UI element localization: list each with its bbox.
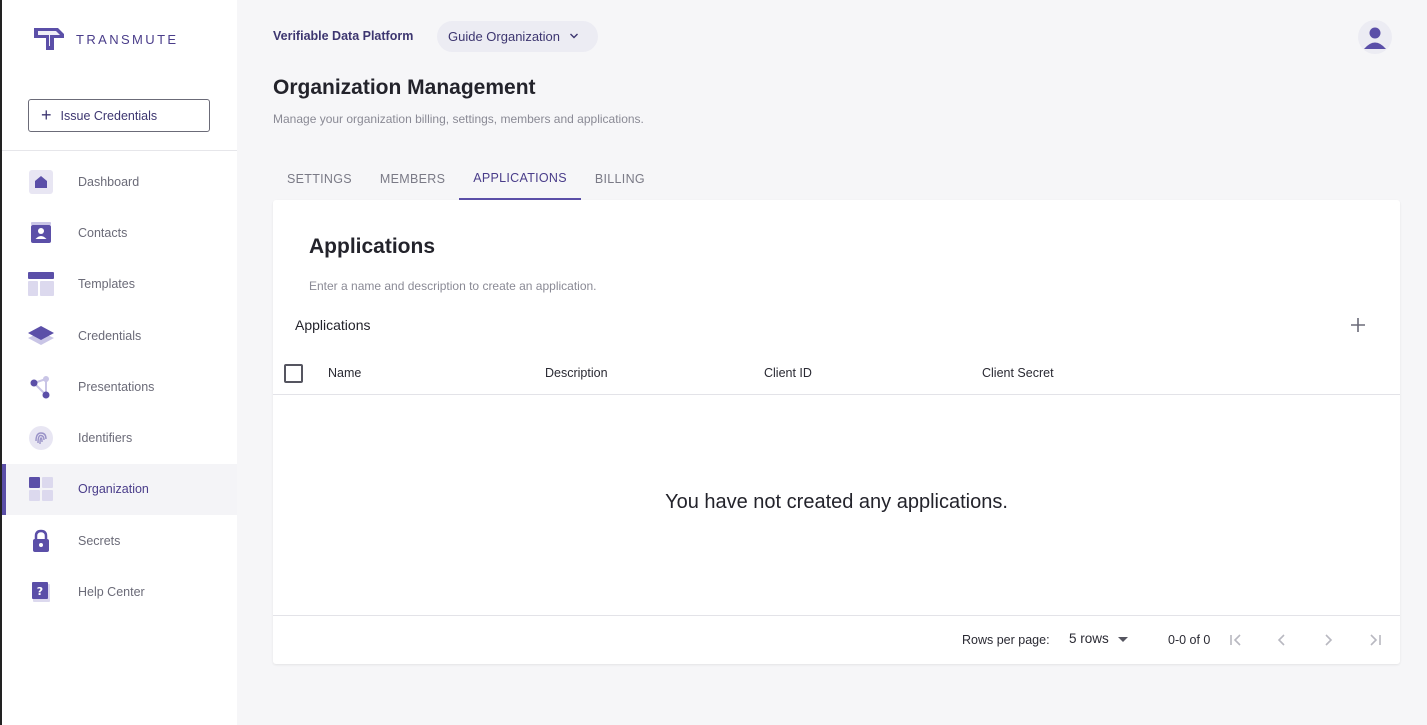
sidebar-item-label: Dashboard	[78, 174, 140, 189]
sidebar-item-organization[interactable]: Organization	[2, 463, 237, 516]
help-icon: ?	[27, 578, 55, 606]
contact-card-icon	[27, 219, 55, 247]
issue-credentials-button[interactable]: + Issue Credentials	[28, 99, 210, 132]
column-header-name[interactable]: Name	[328, 366, 361, 380]
select-all-checkbox[interactable]	[284, 364, 303, 383]
sidebar-item-label: Organization	[78, 482, 149, 497]
sidebar-item-label: Presentations	[78, 379, 155, 394]
plus-icon	[1351, 318, 1365, 332]
caret-down-icon	[1117, 631, 1128, 646]
sidebar-divider	[2, 150, 237, 151]
sidebar-item-help-center[interactable]: ? Help Center	[2, 566, 237, 617]
first-page-button[interactable]	[1224, 628, 1248, 652]
sidebar-item-dashboard[interactable]: Dashboard	[2, 156, 237, 207]
rows-per-page-select[interactable]: 5 rows	[1069, 631, 1128, 646]
page-title: Organization Management	[273, 76, 536, 99]
sidebar-item-presentations[interactable]: Presentations	[2, 361, 237, 412]
brand-name: TRANSMUTE	[76, 31, 179, 47]
sidebar: TRANSMUTE + Issue Credentials Dashboard …	[0, 0, 237, 725]
plus-icon: +	[41, 104, 52, 125]
credential-layers-icon	[27, 322, 55, 350]
sidebar-nav: Dashboard Contacts Templates Credentials…	[2, 156, 237, 618]
sidebar-item-label: Credentials	[78, 328, 142, 343]
column-header-client-id[interactable]: Client ID	[764, 366, 812, 380]
first-page-icon	[1230, 634, 1241, 646]
sidebar-item-templates[interactable]: Templates	[2, 259, 237, 310]
sidebar-item-label: Secrets	[78, 533, 121, 548]
previous-page-button[interactable]	[1270, 628, 1294, 652]
transmute-logo-icon	[34, 28, 64, 50]
add-application-button[interactable]	[1345, 312, 1371, 338]
svg-text:?: ?	[37, 585, 43, 598]
empty-state-message: You have not created any applications.	[665, 491, 1008, 513]
home-icon	[27, 168, 55, 196]
fingerprint-icon	[27, 424, 55, 452]
chevron-left-icon	[1277, 634, 1285, 646]
sidebar-item-label: Contacts	[78, 225, 128, 240]
table-pagination: Rows per page: 5 rows 0-0 of 0	[273, 615, 1400, 664]
sidebar-item-identifiers[interactable]: Identifiers	[2, 412, 237, 463]
card-subtitle: Enter a name and description to create a…	[309, 279, 597, 293]
organization-select[interactable]: Guide Organization	[437, 21, 598, 52]
applications-card: Applications Enter a name and descriptio…	[273, 200, 1400, 664]
pagination-range: 0-0 of 0	[1168, 633, 1211, 647]
user-avatar-icon[interactable]	[1358, 20, 1392, 54]
rows-per-page-label: Rows per page:	[962, 633, 1050, 647]
sidebar-item-contacts[interactable]: Contacts	[2, 207, 237, 258]
organization-select-value: Guide Organization	[448, 29, 561, 44]
lock-icon	[27, 527, 55, 555]
chevron-right-icon	[1325, 634, 1333, 646]
tab-members[interactable]: MEMBERS	[366, 158, 459, 200]
column-header-description[interactable]: Description	[545, 366, 608, 380]
sidebar-item-label: Help Center	[78, 585, 145, 600]
chevron-down-icon	[569, 29, 579, 44]
brand-logo[interactable]: TRANSMUTE	[32, 26, 179, 52]
sidebar-item-credentials[interactable]: Credentials	[2, 310, 237, 361]
last-page-button[interactable]	[1363, 628, 1387, 652]
tab-billing[interactable]: BILLING	[581, 158, 659, 200]
next-page-button[interactable]	[1316, 628, 1340, 652]
tab-settings[interactable]: SETTINGS	[273, 158, 366, 200]
sidebar-item-label: Identifiers	[78, 431, 133, 446]
issue-credentials-label: Issue Credentials	[60, 108, 158, 123]
presentation-nodes-icon	[27, 373, 55, 401]
last-page-icon	[1370, 634, 1381, 646]
card-title: Applications	[309, 235, 436, 258]
rows-per-page-value: 5 rows	[1069, 631, 1109, 646]
table-title: Applications	[295, 317, 371, 333]
tab-bar: SETTINGS MEMBERS APPLICATIONS BILLING	[273, 158, 659, 200]
product-name: Verifiable Data Platform	[273, 29, 414, 43]
tab-applications[interactable]: APPLICATIONS	[459, 158, 581, 200]
column-header-client-secret[interactable]: Client Secret	[982, 366, 1054, 380]
template-icon	[27, 270, 55, 298]
organization-grid-icon	[27, 475, 55, 503]
table-header: Name Description Client ID Client Secret	[273, 354, 1400, 395]
sidebar-item-label: Templates	[78, 277, 135, 292]
page-subtitle: Manage your organization billing, settin…	[273, 112, 644, 126]
sidebar-item-secrets[interactable]: Secrets	[2, 515, 237, 566]
